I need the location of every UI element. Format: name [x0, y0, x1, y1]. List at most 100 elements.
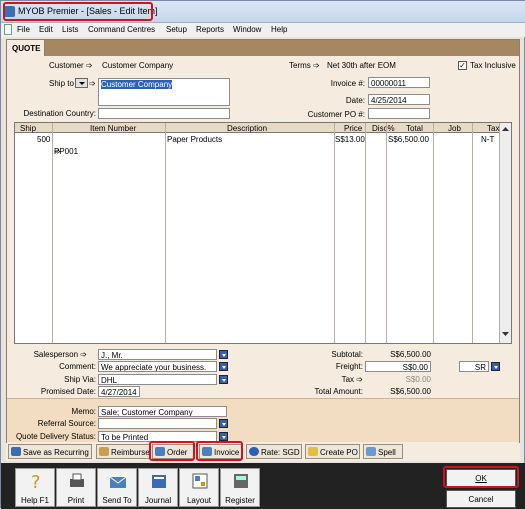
tax-label: Tax ➩	[341, 375, 363, 384]
promised-date-field[interactable]: 4/27/2014	[98, 386, 140, 397]
invoice-number-field[interactable]: 00000011	[368, 77, 430, 88]
journal-button[interactable]: Journal	[138, 468, 178, 507]
menu-bar: File Edit Lists Command Centres Setup Re…	[1, 23, 525, 37]
currency-rate-icon	[249, 447, 259, 456]
menu-command-centres[interactable]: Command Centres	[88, 25, 155, 34]
cell-description[interactable]: Paper Products	[167, 135, 222, 144]
invoice-highlight-box	[196, 441, 243, 461]
line-items-table: Ship Item Number Description Price Disc%…	[14, 122, 512, 344]
tax-inclusive-checkbox[interactable]: ✓	[458, 61, 467, 70]
scroll-up-icon[interactable]	[501, 125, 510, 135]
rate-button[interactable]: Rate: SGD	[246, 444, 302, 459]
menu-lists[interactable]: Lists	[62, 25, 78, 34]
cancel-button[interactable]: Cancel	[446, 490, 516, 508]
ship-via-list-icon[interactable]	[219, 375, 228, 384]
subtotal-value: S$6,500.00	[390, 350, 431, 359]
send-to-button[interactable]: Send To	[97, 468, 137, 507]
menu-window[interactable]: Window	[233, 25, 261, 34]
spell-button[interactable]: Spell	[363, 444, 403, 459]
arrow-icon[interactable]: ➩	[89, 79, 96, 88]
ship-via-field[interactable]: DHL	[98, 374, 217, 385]
menu-file[interactable]: File	[17, 25, 30, 34]
ship-via-label: Ship Via:	[64, 375, 96, 384]
column-divider	[365, 123, 366, 343]
register-button[interactable]: Register	[220, 468, 260, 507]
print-button[interactable]: Print	[56, 468, 96, 507]
salesperson-field[interactable]: J., Mr.	[98, 349, 217, 360]
table-scrollbar[interactable]	[499, 123, 511, 343]
recurring-icon	[11, 447, 21, 456]
ship-to-value: Customer Company	[101, 80, 173, 89]
column-divider	[433, 123, 434, 343]
column-divider	[334, 123, 335, 343]
ship-to-dropdown[interactable]	[75, 78, 88, 88]
document-icon	[4, 24, 12, 35]
menu-edit[interactable]: Edit	[39, 25, 53, 34]
tax-value: S$0.00	[405, 375, 431, 384]
scroll-down-icon[interactable]	[501, 329, 510, 339]
referral-source-list-icon[interactable]	[219, 419, 228, 428]
arrow-icon[interactable]: ➩	[313, 61, 320, 70]
arrow-icon[interactable]: ➩	[80, 350, 87, 359]
customer-label: Customer ➩	[49, 61, 93, 70]
freight-tax-code-field[interactable]: SR	[459, 361, 489, 372]
invoice-number-label: Invoice #:	[330, 79, 365, 88]
column-header-job: Job	[448, 124, 461, 133]
layout-button[interactable]: Layout	[179, 468, 219, 507]
comment-field[interactable]: We appreciate your business.	[98, 361, 217, 372]
create-po-icon	[308, 447, 318, 456]
referral-source-field[interactable]	[98, 418, 217, 429]
terms-label: Terms ➩	[289, 61, 320, 70]
destination-country-field[interactable]	[98, 108, 230, 119]
tax-code-list-icon[interactable]	[491, 362, 500, 371]
menu-help[interactable]: Help	[271, 25, 287, 34]
cell-tax[interactable]: N-T	[481, 135, 494, 144]
comment-label: Comment:	[59, 362, 96, 371]
column-divider	[52, 123, 53, 343]
svg-text:?: ?	[31, 472, 41, 490]
journal-icon	[150, 472, 168, 490]
terms-value: Net 30th after EOM	[327, 61, 396, 70]
memo-section: Memo: Sale; Customer Company Referral So…	[7, 398, 519, 442]
salesperson-list-icon[interactable]	[219, 350, 228, 359]
sales-edit-window: MYOB Premier - [Sales - Edit Item] File …	[0, 0, 525, 509]
customer-value[interactable]: Customer Company	[102, 61, 173, 70]
save-as-recurring-button[interactable]: Save as Recurring	[8, 444, 92, 459]
tax-inclusive-label: Tax Inclusive	[470, 61, 516, 70]
help-icon: ?	[27, 472, 45, 493]
customer-po-field[interactable]	[368, 108, 430, 119]
subtotal-label: Subtotal:	[331, 350, 363, 359]
menu-reports[interactable]: Reports	[196, 25, 224, 34]
reimburse-icon	[99, 447, 109, 456]
spell-check-icon	[366, 447, 376, 456]
column-header-tax: Tax	[487, 124, 500, 133]
cell-total[interactable]: S$6,500.00	[388, 135, 429, 144]
create-po-button[interactable]: Create PO	[305, 444, 360, 459]
arrow-icon[interactable]: ➩	[86, 61, 93, 70]
ok-highlight-box	[443, 466, 519, 488]
arrow-icon[interactable]: ➩	[356, 375, 363, 384]
quote-form: QUOTE Customer ➩ Customer Company Terms …	[6, 39, 520, 459]
printer-icon	[68, 472, 86, 490]
action-button-row: Save as Recurring Reimburse Order Invoic…	[6, 443, 520, 461]
date-field[interactable]: 4/25/2014	[368, 94, 430, 105]
freight-field[interactable]: S$0.00	[365, 361, 431, 372]
referral-source-label: Referral Source:	[37, 419, 96, 428]
column-divider	[386, 123, 387, 343]
comment-list-icon[interactable]	[219, 362, 228, 371]
column-header-total: Total	[406, 124, 423, 133]
column-header-ship: Ship	[20, 124, 37, 133]
cell-ship[interactable]: 500	[37, 135, 50, 144]
help-button[interactable]: ? Help F1	[15, 468, 55, 507]
reimburse-button[interactable]: Reimburse	[96, 444, 150, 459]
ship-to-field[interactable]: Customer Company	[98, 78, 230, 106]
memo-field[interactable]: Sale; Customer Company	[98, 406, 227, 417]
date-label: Date:	[345, 96, 365, 105]
promised-date-label: Promised Date:	[40, 387, 96, 396]
order-highlight-box	[149, 441, 195, 461]
quote-delivery-status-dropdown-icon[interactable]	[219, 432, 228, 441]
tab-quote[interactable]: QUOTE	[7, 40, 45, 56]
menu-setup[interactable]: Setup	[166, 25, 187, 34]
title-highlight-box	[3, 2, 153, 21]
cell-price[interactable]: S$13.00	[335, 135, 365, 144]
